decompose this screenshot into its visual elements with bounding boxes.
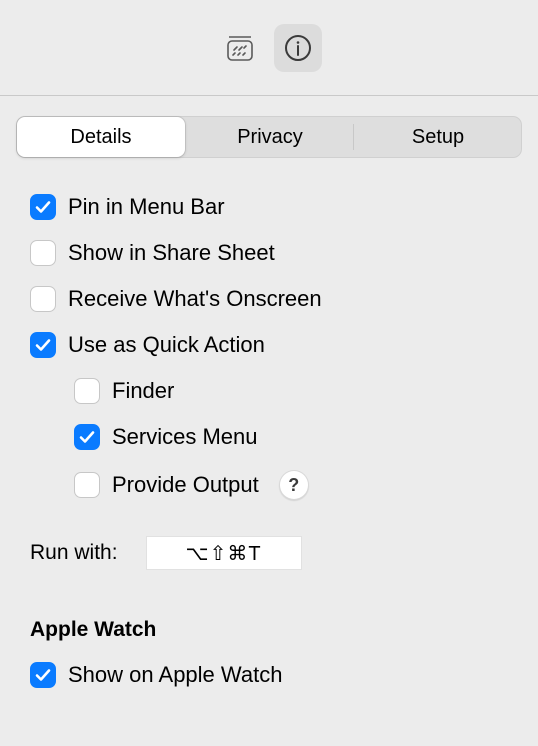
run-with-row: Run with: ⌥⇧⌘T [16,536,522,570]
tab-label: Details [70,126,131,149]
run-with-shortcut-field[interactable]: ⌥⇧⌘T [146,536,302,570]
toolbar-media-button[interactable] [216,24,264,72]
tab-label: Privacy [237,126,303,149]
option-label: Use as Quick Action [68,332,265,358]
option-label: Pin in Menu Bar [68,194,225,220]
option-receive-onscreen: Receive What's Onscreen [30,286,522,312]
checkbox-finder[interactable] [74,378,100,404]
apple-watch-options: Show on Apple Watch [16,662,522,688]
checkbox-provide-output[interactable] [74,472,100,498]
help-button[interactable]: ? [279,470,309,500]
option-label: Show on Apple Watch [68,662,282,688]
tab-switcher: Details Privacy Setup [16,116,522,158]
options-list: Pin in Menu Bar Show in Share Sheet Rece… [16,194,522,500]
info-icon [283,33,313,63]
checkbox-show-on-apple-watch[interactable] [30,662,56,688]
option-label: Receive What's Onscreen [68,286,322,312]
option-share-sheet: Show in Share Sheet [30,240,522,266]
option-finder: Finder [30,378,522,404]
content: Details Privacy Setup Pin in Menu Bar Sh… [0,96,538,688]
tab-privacy[interactable]: Privacy [186,116,354,158]
tab-label: Setup [412,126,464,149]
toolbar-info-button[interactable] [274,24,322,72]
checkbox-receive-onscreen[interactable] [30,286,56,312]
toolbar [0,0,538,96]
option-show-on-apple-watch: Show on Apple Watch [30,662,522,688]
option-provide-output: Provide Output ? [30,470,522,500]
option-label: Finder [112,378,174,404]
run-with-label: Run with: [30,541,118,565]
option-label: Show in Share Sheet [68,240,275,266]
option-label: Services Menu [112,424,258,450]
checkbox-quick-action[interactable] [30,332,56,358]
help-icon: ? [288,475,299,496]
checkbox-pin-menu-bar[interactable] [30,194,56,220]
tab-details[interactable]: Details [17,117,185,157]
option-quick-action: Use as Quick Action [30,332,522,358]
shortcut-value: ⌥⇧⌘T [186,541,262,566]
tab-setup[interactable]: Setup [354,116,522,158]
option-pin-menu-bar: Pin in Menu Bar [30,194,522,220]
option-services-menu: Services Menu [30,424,522,450]
toolbar-media-icon [225,33,255,63]
apple-watch-section-title: Apple Watch [16,618,522,642]
checkbox-services-menu[interactable] [74,424,100,450]
option-label: Provide Output [112,472,259,498]
checkbox-share-sheet[interactable] [30,240,56,266]
